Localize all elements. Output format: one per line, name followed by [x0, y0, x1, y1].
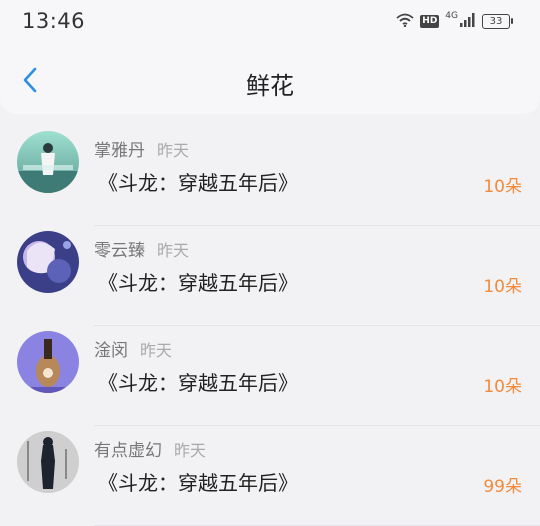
- list-item[interactable]: 掌雅丹 昨天 《斗龙：穿越五年后》 10朵: [0, 126, 540, 226]
- avatar[interactable]: [17, 131, 79, 193]
- status-icons: HD 4G 33: [396, 11, 513, 31]
- flower-count: 99朵: [483, 477, 522, 497]
- flower-count: 10朵: [483, 377, 522, 397]
- avatar[interactable]: [17, 231, 79, 293]
- book-title: 《斗龙：穿越五年后》: [98, 171, 298, 195]
- page-title: 鲜花: [246, 72, 294, 100]
- network-type: 4G: [445, 11, 458, 21]
- username: 零云臻 昨天: [94, 241, 190, 261]
- book-title: 《斗龙：穿越五年后》: [98, 271, 298, 295]
- battery-icon: 33: [482, 13, 513, 29]
- status-time: 13:46: [22, 9, 86, 33]
- timestamp: 昨天: [157, 141, 190, 160]
- username: 掌雅丹 昨天: [94, 141, 190, 161]
- status-bar: 13:46 HD 4G 33: [0, 0, 540, 42]
- timestamp: 昨天: [140, 341, 173, 360]
- timestamp: 昨天: [157, 241, 190, 260]
- list-item[interactable]: 零云臻 昨天 《斗龙：穿越五年后》 10朵: [0, 226, 540, 326]
- list-item[interactable]: 淦闵 昨天 《斗龙：穿越五年后》 10朵: [0, 326, 540, 426]
- flower-count: 10朵: [483, 277, 522, 297]
- wifi-icon: [396, 12, 414, 31]
- timestamp: 昨天: [174, 441, 207, 460]
- flower-records-list: 掌雅丹 昨天 《斗龙：穿越五年后》 10朵 零云臻 昨天 《斗龙：穿越五年后》 10…: [0, 126, 540, 526]
- avatar[interactable]: [17, 331, 79, 393]
- book-title: 《斗龙：穿越五年后》: [98, 471, 298, 495]
- signal-icon: [460, 12, 476, 31]
- flower-count: 10朵: [483, 177, 522, 197]
- nav-bar: 鲜花: [0, 42, 540, 114]
- book-title: 《斗龙：穿越五年后》: [98, 371, 298, 395]
- avatar[interactable]: [17, 431, 79, 493]
- username: 淦闵 昨天: [94, 341, 173, 361]
- username: 有点虚幻 昨天: [94, 441, 207, 461]
- hd-badge: HD: [420, 14, 440, 28]
- list-item[interactable]: 有点虚幻 昨天 《斗龙：穿越五年后》 99朵: [0, 426, 540, 526]
